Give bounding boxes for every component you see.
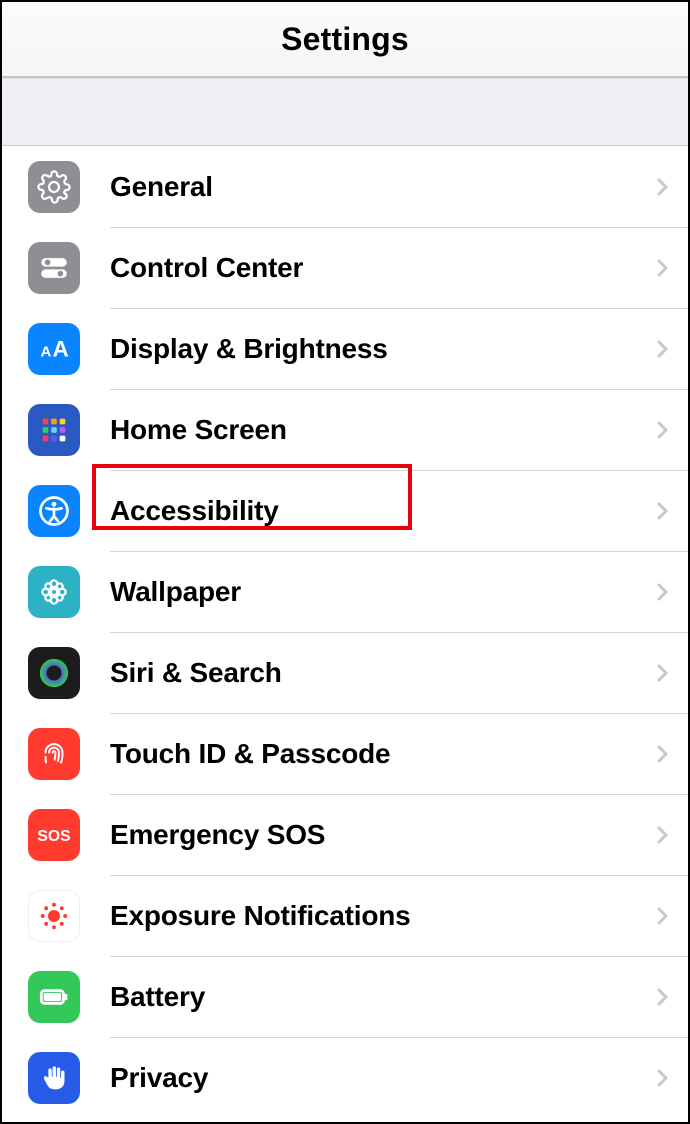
- gear-icon: [28, 161, 80, 213]
- row-label: General: [110, 171, 650, 203]
- row-exposure-notifications[interactable]: Exposure Notifications: [2, 875, 688, 956]
- siri-icon: [28, 647, 80, 699]
- navbar: Settings: [2, 2, 688, 77]
- chevron-right-icon: [650, 256, 674, 280]
- row-label: Siri & Search: [110, 657, 650, 689]
- svg-text:SOS: SOS: [37, 828, 70, 845]
- hand-icon: [28, 1052, 80, 1104]
- page-title: Settings: [281, 21, 409, 58]
- row-battery[interactable]: Battery: [2, 956, 688, 1037]
- chevron-right-icon: [650, 1066, 674, 1090]
- row-home-screen[interactable]: Home Screen: [2, 389, 688, 470]
- row-accessibility[interactable]: Accessibility: [2, 470, 688, 551]
- settings-screen: Settings General Control Center: [0, 0, 690, 1124]
- chevron-right-icon: [650, 175, 674, 199]
- row-siri-search[interactable]: Siri & Search: [2, 632, 688, 713]
- row-privacy[interactable]: Privacy: [2, 1037, 688, 1118]
- fingerprint-icon: [28, 728, 80, 780]
- flower-icon: [28, 566, 80, 618]
- row-label: Wallpaper: [110, 576, 650, 608]
- toggles-icon: [28, 242, 80, 294]
- chevron-right-icon: [650, 742, 674, 766]
- svg-text:A: A: [41, 343, 52, 360]
- battery-icon: [28, 971, 80, 1023]
- row-label: Emergency SOS: [110, 819, 650, 851]
- chevron-right-icon: [650, 580, 674, 604]
- row-label: Battery: [110, 981, 650, 1013]
- sos-icon: SOS: [28, 809, 80, 861]
- row-label: Touch ID & Passcode: [110, 738, 650, 770]
- row-label: Control Center: [110, 252, 650, 284]
- chevron-right-icon: [650, 337, 674, 361]
- section-gap: [2, 78, 688, 146]
- row-label: Display & Brightness: [110, 333, 650, 365]
- appgrid-icon: [28, 404, 80, 456]
- settings-list: General Control Center AA Display & Brig…: [2, 146, 688, 1122]
- row-label: Accessibility: [110, 495, 650, 527]
- accessibility-icon: [28, 485, 80, 537]
- chevron-right-icon: [650, 985, 674, 1009]
- svg-text:A: A: [53, 336, 69, 361]
- row-general[interactable]: General: [2, 146, 688, 227]
- chevron-right-icon: [650, 823, 674, 847]
- row-label: Privacy: [110, 1062, 650, 1094]
- chevron-right-icon: [650, 661, 674, 685]
- exposure-icon: [28, 890, 80, 942]
- chevron-right-icon: [650, 904, 674, 928]
- row-label: Exposure Notifications: [110, 900, 650, 932]
- row-touchid-passcode[interactable]: Touch ID & Passcode: [2, 713, 688, 794]
- row-wallpaper[interactable]: Wallpaper: [2, 551, 688, 632]
- row-emergency-sos[interactable]: SOS Emergency SOS: [2, 794, 688, 875]
- row-label: Home Screen: [110, 414, 650, 446]
- chevron-right-icon: [650, 499, 674, 523]
- row-control-center[interactable]: Control Center: [2, 227, 688, 308]
- chevron-right-icon: [650, 418, 674, 442]
- row-display-brightness[interactable]: AA Display & Brightness: [2, 308, 688, 389]
- textsize-icon: AA: [28, 323, 80, 375]
